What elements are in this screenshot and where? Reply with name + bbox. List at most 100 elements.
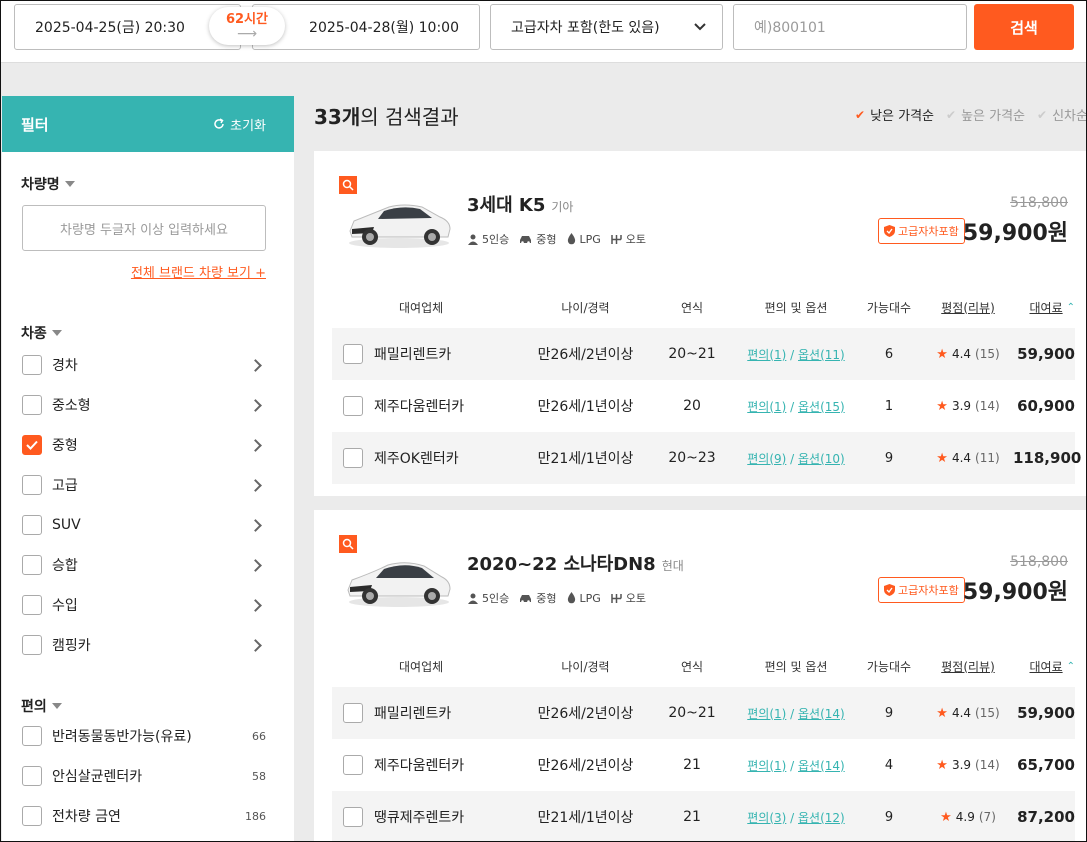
sort-options: ✔ 낮은 가격순 ✔ 높은 가격순 ✔ 신차순	[855, 105, 1086, 125]
rental-company: 땡큐제주렌트카	[374, 810, 465, 826]
car-type-item[interactable]: 중소형	[22, 385, 266, 425]
convenience-section-toggle[interactable]: 편의	[21, 696, 62, 716]
car-type-item[interactable]: 중형	[22, 425, 266, 465]
options-link[interactable]: 옵션(11)	[798, 348, 845, 362]
convenience-link[interactable]: 편의(3)	[747, 811, 786, 825]
rental-price: 65,700	[1017, 756, 1075, 774]
car-type-section-toggle[interactable]: 차종	[21, 323, 62, 343]
convenience-item[interactable]: 반려동물동반가능(유료) 66	[22, 716, 266, 756]
convenience-link[interactable]: 편의(1)	[747, 400, 786, 414]
car-type-item[interactable]: 수입	[22, 585, 266, 625]
checkbox[interactable]	[22, 766, 42, 786]
checkbox[interactable]	[22, 635, 42, 655]
options-link[interactable]: 옵션(14)	[798, 707, 845, 721]
checkbox[interactable]	[22, 395, 42, 415]
spec-transmission: 오토	[625, 233, 647, 246]
car-type-item[interactable]: 승합	[22, 545, 266, 585]
table-row[interactable]: 패밀리렌트카 만26세/2년이상 20~21 편의(1) / 옵션(14) 9 …	[332, 687, 1075, 739]
person-icon	[468, 593, 478, 604]
model-year: 21	[683, 809, 701, 825]
col-options: 편의 및 옵션	[764, 659, 828, 674]
checkbox[interactable]	[22, 726, 42, 746]
search-button[interactable]: 검색	[974, 4, 1074, 50]
checkbox[interactable]	[343, 396, 363, 416]
age-requirement: 만21세/1년이상	[537, 810, 634, 826]
fuel-drop-icon	[567, 233, 575, 245]
start-datetime-field[interactable]: 2025-04-25(금) 20:30	[14, 4, 241, 50]
convenience-item[interactable]: 전차량 금연 186	[22, 796, 266, 836]
star-icon: ★	[936, 757, 948, 773]
review-count: (11)	[975, 451, 1000, 465]
checkbox[interactable]	[343, 703, 363, 723]
all-brands-link[interactable]: 전체 브랜드 차량 보기 +	[131, 262, 266, 281]
car-model: 2020~22 소나타DN8	[467, 554, 656, 575]
checkbox-checked[interactable]	[22, 435, 42, 455]
table-header: 대여업체 나이/경력 연식 편의 및 옵션 가능대수 평점(리뷰) 대여료 ⌃	[332, 653, 1075, 679]
sort-high-price[interactable]: ✔ 높은 가격순	[946, 105, 1025, 125]
rental-table: 패밀리렌트카 만26세/2년이상 20~21 편의(1) / 옵션(11) 6 …	[332, 328, 1081, 484]
car-type-item[interactable]: 고급	[22, 465, 266, 505]
car-name-section-toggle[interactable]: 차량명	[21, 174, 75, 194]
convenience-link[interactable]: 편의(1)	[747, 707, 786, 721]
convenience-item[interactable]: 안심살균렌터카 58	[22, 756, 266, 796]
checkbox[interactable]	[22, 806, 42, 826]
car-type-item[interactable]: 경차	[22, 345, 266, 385]
car-type-item[interactable]: 캠핑카	[22, 625, 266, 665]
options-link[interactable]: 옵션(10)	[798, 452, 845, 466]
checkbox[interactable]	[22, 355, 42, 375]
spec-size: 중형	[536, 233, 557, 246]
table-row[interactable]: 패밀리렌트카 만26세/2년이상 20~21 편의(1) / 옵션(11) 6 …	[332, 328, 1075, 380]
col-rating-sort[interactable]: 평점(리뷰)	[923, 299, 1013, 316]
col-year: 연식	[680, 659, 704, 674]
car-type-item[interactable]: SUV	[22, 505, 266, 545]
rating-value: 4.9	[955, 810, 975, 824]
checkbox[interactable]	[22, 595, 42, 615]
checkbox[interactable]	[343, 807, 363, 827]
table-row[interactable]: 땡큐제주렌트카 만21세/1년이상 21 편의(3) / 옵션(12) 9 ★ 4…	[332, 791, 1075, 841]
available-count: 9	[884, 809, 894, 825]
end-datetime-field[interactable]: 2025-04-28(월) 10:00	[252, 4, 480, 50]
checkbox[interactable]	[22, 555, 42, 575]
reset-button[interactable]: 초기화	[213, 115, 266, 134]
results-count-number: 33개	[314, 105, 361, 129]
table-row[interactable]: 제주다움렌터카 만26세/2년이상 21 편의(1) / 옵션(14) 4 ★ 3…	[332, 739, 1075, 791]
col-price-sort[interactable]: 대여료 ⌃	[1013, 299, 1075, 316]
birthdate-input[interactable]: 예)800101	[733, 4, 967, 50]
options-link[interactable]: 옵션(15)	[798, 400, 845, 414]
star-icon: ★	[936, 450, 948, 466]
insurance-select[interactable]: 고급자차 포함(한도 있음)	[490, 4, 723, 50]
sort-low-price[interactable]: ✔ 낮은 가격순	[855, 105, 934, 125]
col-price-sort[interactable]: 대여료 ⌃	[1013, 658, 1075, 675]
available-count: 6	[884, 346, 894, 362]
check-icon: ✔	[1037, 107, 1048, 122]
checkbox[interactable]	[22, 475, 42, 495]
checkbox[interactable]	[343, 755, 363, 775]
options-link[interactable]: 옵션(14)	[798, 759, 845, 773]
checkbox[interactable]	[343, 344, 363, 364]
checkbox[interactable]	[343, 448, 363, 468]
review-count: (14)	[975, 758, 1000, 772]
duration-pill: 62시간 ⟶	[209, 7, 285, 45]
table-row[interactable]: 제주OK렌터카 만21세/1년이상 20~23 편의(9) / 옵션(10) 9…	[332, 432, 1081, 484]
spec-size: 중형	[536, 592, 557, 605]
options-links: 편의(3) / 옵션(12)	[747, 810, 845, 825]
age-requirement: 만26세/2년이상	[537, 347, 634, 363]
chevron-down-icon	[694, 23, 706, 31]
convenience-link[interactable]: 편의(1)	[747, 348, 786, 362]
table-row[interactable]: 제주다움렌터카 만26세/1년이상 20 편의(1) / 옵션(15) 1 ★ 3…	[332, 380, 1075, 432]
rental-table: 패밀리렌트카 만26세/2년이상 20~21 편의(1) / 옵션(14) 9 …	[332, 687, 1075, 841]
sort-newest[interactable]: ✔ 신차순	[1037, 105, 1086, 125]
table-header: 대여업체 나이/경력 연식 편의 및 옵션 가능대수 평점(리뷰) 대여료 ⌃	[332, 294, 1075, 320]
convenience-link[interactable]: 편의(9)	[747, 452, 786, 466]
rental-price: 60,900	[1017, 397, 1075, 415]
sort-label: 높은 가격순	[961, 109, 1025, 124]
chevron-up-icon: ⌃	[1066, 301, 1075, 313]
checkbox[interactable]	[22, 515, 42, 535]
col-rating-sort[interactable]: 평점(리뷰)	[923, 658, 1013, 675]
spec-fuel: LPG	[579, 232, 601, 246]
car-name-input[interactable]: 차량명 두글자 이상 입력하세요	[22, 205, 266, 251]
available-count: 1	[884, 398, 894, 414]
car-card: 3세대 K5 기아 5인승 중형 LPG 오토 518,800 고급자차포함 59…	[314, 151, 1086, 496]
convenience-link[interactable]: 편의(1)	[747, 759, 786, 773]
options-link[interactable]: 옵션(12)	[798, 811, 845, 825]
